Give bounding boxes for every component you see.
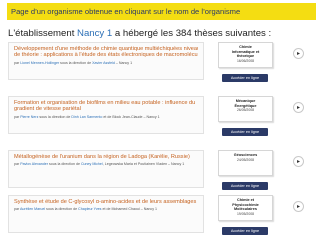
thesis-entry: Synthèse et étude de C-glycosyl α-amino-… xyxy=(8,195,312,239)
director-link[interactable]: Chapleur Yves xyxy=(78,207,101,211)
author-link[interactable]: Lionel Mennen-Hollinger xyxy=(20,61,59,65)
defense-date: 19/05/2008 xyxy=(237,211,254,216)
thesis-author-line: par Pierre Nerz sous la direction de Din… xyxy=(14,115,198,119)
thesis-title-link[interactable]: Formation et organisation de biofilms en… xyxy=(14,100,198,113)
annotation-banner: Page d’un organisme obtenue en cliquant … xyxy=(7,3,316,20)
thesis-summary: Formation et organisation de biofilms en… xyxy=(8,96,204,134)
access-online-button[interactable]: Accéder en ligne xyxy=(222,74,268,82)
thesis-entry: Développement d'une méthode de chimie qu… xyxy=(8,42,312,86)
discipline-card: Mécanique Énergétique 26/05/2008 xyxy=(218,96,273,122)
thesis-author-line: par Lionel Mennen-Hollinger sous la dire… xyxy=(14,61,198,65)
director-suffix: , Legeowska Maria et Poutiainen Vladen –… xyxy=(102,162,185,167)
discipline-card: Géosciences 24/05/2008 xyxy=(218,150,273,176)
expand-arrow-icon[interactable]: ▸ xyxy=(293,156,304,167)
defense-date: 24/05/2008 xyxy=(237,157,254,162)
thesis-title-link[interactable]: Synthèse et étude de C-glycosyl α-amino-… xyxy=(14,199,198,205)
director-suffix: et de Block Jean-Claude – Nancy 1 xyxy=(102,114,160,119)
thesis-title-link[interactable]: Métallogénèse de l'uranium dans la régio… xyxy=(14,154,198,160)
thesis-title-link[interactable]: Développement d'une méthode de chimie qu… xyxy=(14,46,198,59)
thesis-title-line: de théorie : applications à l'étude des … xyxy=(14,52,198,59)
director-link[interactable]: Cuney Michel xyxy=(81,162,103,166)
director-prefix: sous la direction de xyxy=(38,114,72,119)
thesis-title-line: Synthèse et étude de C-glycosyl α-amino-… xyxy=(14,199,197,205)
director-prefix: sous la direction de xyxy=(45,207,79,212)
thesis-summary: Développement d'une méthode de chimie qu… xyxy=(8,42,204,80)
expand-arrow-icon[interactable]: ▸ xyxy=(293,102,304,113)
author-link[interactable]: Aurélien Maruel xyxy=(20,207,45,211)
author-link[interactable]: Pierre Nerz xyxy=(20,115,38,119)
page-heading: L'établissement Nancy 1 a hébergé les 38… xyxy=(8,28,316,39)
director-suffix: et de Mohamed Chaoui – Nancy 1 xyxy=(101,207,157,212)
thesis-title-line: Métallogénèse de l'uranium dans la régio… xyxy=(14,154,190,160)
banner-text: Page d’un organisme obtenue en cliquant … xyxy=(11,7,241,16)
thesis-summary: Synthèse et étude de C-glycosyl α-amino-… xyxy=(8,195,204,233)
organisation-link[interactable]: Nancy 1 xyxy=(77,28,112,39)
director-prefix: sous la direction de xyxy=(59,60,93,65)
discipline-card: Chimie Informatique et théorique 16/06/2… xyxy=(218,42,273,68)
heading-suffix: a hébergé les 384 thèses suivantes : xyxy=(112,28,272,39)
heading-prefix: L'établissement xyxy=(8,28,78,39)
thesis-entry: Formation et organisation de biofilms en… xyxy=(8,96,312,140)
director-link[interactable]: Dinh Lan Sarmento xyxy=(71,115,102,119)
thesis-title-line: gradient de vitesse pariétal xyxy=(14,106,81,113)
defense-date: 16/06/2008 xyxy=(237,58,254,63)
thesis-author-line: par Aurélien Maruel sous la direction de… xyxy=(14,207,198,211)
expand-arrow-icon[interactable]: ▸ xyxy=(293,48,304,59)
thesis-entry: Métallogénèse de l'uranium dans la régio… xyxy=(8,150,312,194)
discipline-card: Chimie et Physicochimie Moléculaires 19/… xyxy=(218,195,273,221)
thesis-summary: Métallogénèse de l'uranium dans la régio… xyxy=(8,150,204,188)
director-link[interactable]: Xavier Assfeld xyxy=(92,61,115,65)
thesis-author-line: par Pavlov Alexander sous la direction d… xyxy=(14,162,198,166)
expand-arrow-icon[interactable]: ▸ xyxy=(293,201,304,212)
access-online-button[interactable]: Accéder en ligne xyxy=(222,182,268,190)
access-online-button[interactable]: Accéder en ligne xyxy=(222,227,268,235)
author-link[interactable]: Pavlov Alexander xyxy=(20,162,48,166)
defense-date: 26/05/2008 xyxy=(237,108,254,112)
director-suffix: – Nancy 1 xyxy=(114,60,133,65)
access-online-button[interactable]: Accéder en ligne xyxy=(222,128,268,136)
director-prefix: sous la direction de xyxy=(47,162,81,167)
